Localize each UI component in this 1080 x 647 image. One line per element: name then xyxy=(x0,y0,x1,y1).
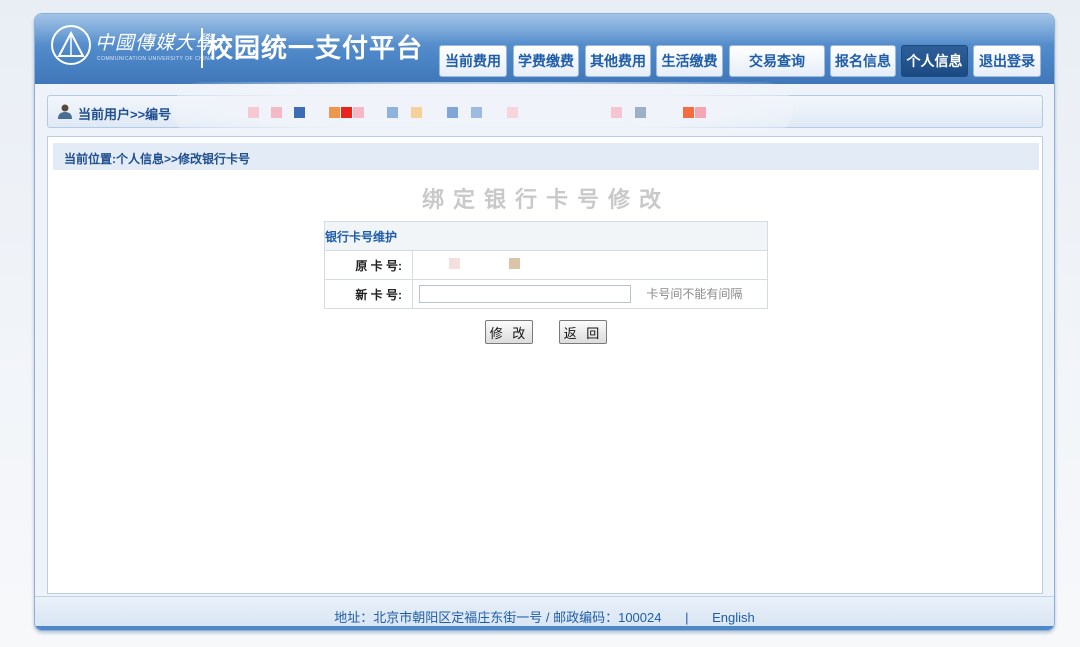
logo-divider xyxy=(201,28,203,68)
nav-tuition-payment[interactable]: 学费缴费 xyxy=(513,45,579,77)
nav-transaction-query[interactable]: 交易查询 xyxy=(729,45,825,77)
university-logo-icon xyxy=(51,25,91,65)
original-card-label: 原 卡 号: xyxy=(324,250,413,280)
footer-address: 地址：北京市朝阳区定福庄东街一号 / 邮政编码：100024 xyxy=(334,610,662,625)
new-card-label: 新 卡 号: xyxy=(324,279,413,309)
new-card-hint: 卡号间不能有间隔 xyxy=(646,287,743,301)
english-link[interactable]: English xyxy=(712,610,755,625)
nav-personal-info[interactable]: 个人信息 xyxy=(901,45,968,77)
nav-registration-info[interactable]: 报名信息 xyxy=(830,45,896,77)
form-title: 绑定银行卡号修改 xyxy=(421,187,670,213)
current-user-label: 当前用户>>编号 xyxy=(78,107,172,122)
app-frame: 中國傳媒大學 COMMUNICATION UNIVERSITY OF CHINA… xyxy=(34,13,1055,631)
content-panel: 当前位置:个人信息>>修改银行卡号 绑定银行卡号修改 银行卡号维护 原 卡 号:… xyxy=(47,136,1043,594)
submit-button[interactable]: 修 改 xyxy=(485,320,533,344)
nav-current-fees[interactable]: 当前费用 xyxy=(439,45,507,77)
section-heading: 银行卡号维护 xyxy=(324,221,768,251)
university-name-english: COMMUNICATION UNIVERSITY OF CHINA xyxy=(97,56,214,62)
new-card-input[interactable] xyxy=(419,285,631,303)
footer-separator: | xyxy=(685,610,689,625)
back-button[interactable]: 返 回 xyxy=(559,320,607,344)
bottom-bar xyxy=(35,626,1054,630)
header: 中國傳媒大學 COMMUNICATION UNIVERSITY OF CHINA… xyxy=(35,14,1054,84)
bank-card-form: 银行卡号维护 原 卡 号: 新 卡 号: 卡号间不能有间隔 xyxy=(324,221,768,309)
nav-living-payment[interactable]: 生活缴费 xyxy=(656,45,723,77)
platform-title: 校园统一支付平台 xyxy=(207,33,424,63)
nav-other-fees[interactable]: 其他费用 xyxy=(585,45,651,77)
user-icon xyxy=(58,104,72,119)
university-name: 中國傳媒大學 xyxy=(95,32,216,54)
original-card-value xyxy=(412,250,768,280)
nav-logout[interactable]: 退出登录 xyxy=(973,45,1041,77)
breadcrumb: 当前位置:个人信息>>修改银行卡号 xyxy=(53,143,1039,170)
